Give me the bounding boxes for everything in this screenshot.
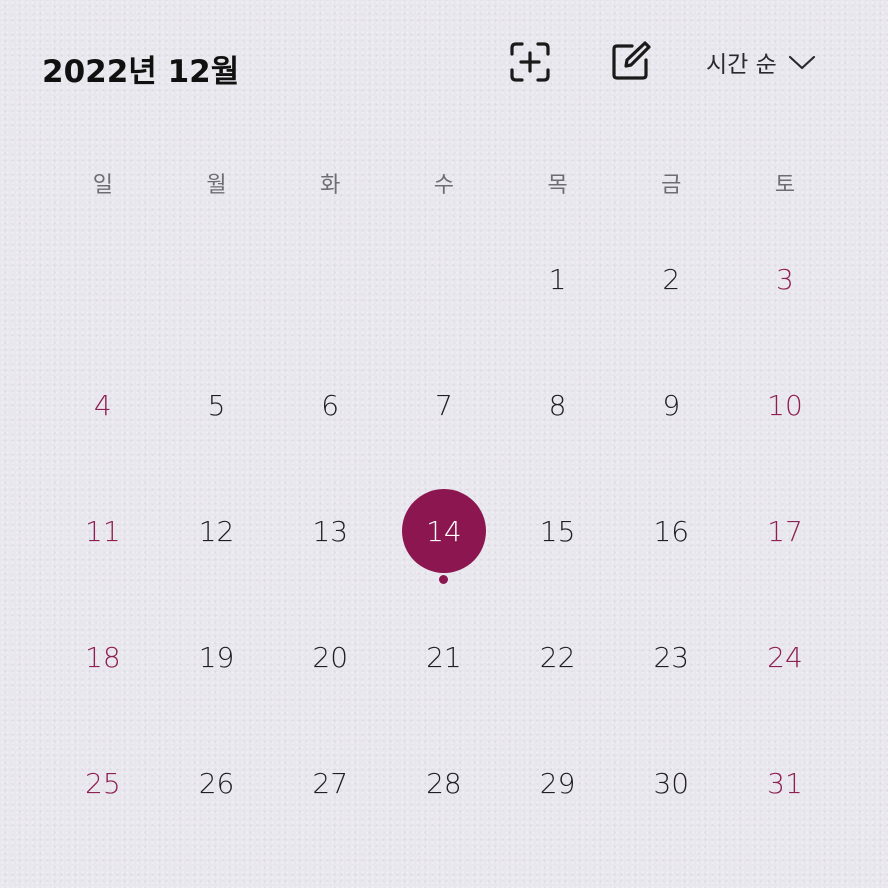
day-number: 12 — [198, 514, 235, 548]
sort-label: 시간 순 — [706, 52, 777, 78]
day-number: 21 — [426, 640, 462, 674]
calendar-header: 2022년 12월 시간 순 — [0, 0, 888, 130]
calendar-day-cell[interactable]: 4 — [46, 342, 160, 468]
day-number: 6 — [321, 388, 340, 422]
calendar-day-cell[interactable]: 8 — [501, 342, 615, 468]
day-number: 29 — [539, 766, 576, 800]
day-number: 23 — [653, 640, 690, 674]
day-number: 24 — [767, 640, 803, 674]
calendar-day-cell[interactable]: 16 — [614, 468, 728, 594]
calendar-day-cell[interactable]: 10 — [728, 342, 842, 468]
calendar-day-cell[interactable]: 17 — [728, 468, 842, 594]
day-number: 13 — [312, 514, 349, 548]
calendar-day-cell[interactable]: 26 — [160, 720, 274, 846]
calendar-day-cell[interactable]: 27 — [273, 720, 387, 846]
calendar-day-cell[interactable]: 1 — [501, 216, 615, 342]
calendar-grid: 1 2 3 4 5 6 7 8 9 10 11 12 13 14 15 16 17 18 19 20 21 22 23 24 2… — [46, 216, 842, 846]
calendar-day-cell[interactable]: 15 — [501, 468, 615, 594]
month-title[interactable]: 2022년 12월 — [42, 46, 239, 91]
weekday-header-row: 일 월 화 수 목 금 토 — [46, 168, 842, 204]
calendar-day-cell[interactable]: 30 — [614, 720, 728, 846]
day-number: 5 — [207, 388, 226, 422]
day-number: 22 — [539, 640, 576, 674]
calendar-day-cell[interactable]: 22 — [501, 594, 615, 720]
day-number: 19 — [198, 640, 235, 674]
chevron-down-icon — [788, 55, 815, 70]
calendar-day-cell[interactable]: 11 — [46, 468, 160, 594]
add-scan-button[interactable] — [504, 36, 556, 88]
day-number: 3 — [776, 262, 794, 296]
weekday-fri: 금 — [661, 173, 682, 198]
weekday-sun: 일 — [92, 173, 113, 198]
day-number: 8 — [548, 388, 567, 422]
day-number: 10 — [767, 388, 803, 422]
calendar-empty-cell — [46, 216, 160, 342]
calendar-day-cell[interactable]: 19 — [160, 594, 274, 720]
calendar-day-cell[interactable]: 24 — [728, 594, 842, 720]
calendar-day-cell[interactable]: 14 — [387, 468, 501, 594]
day-number: 1 — [548, 262, 567, 296]
day-number: 26 — [198, 766, 235, 800]
day-number: 15 — [539, 514, 576, 548]
edit-note-icon — [612, 41, 651, 80]
calendar-day-cell[interactable]: 28 — [387, 720, 501, 846]
calendar-day-cell[interactable]: 23 — [614, 594, 728, 720]
day-number: 2 — [662, 262, 681, 296]
day-number: 11 — [85, 514, 121, 548]
weekday-tue: 화 — [320, 173, 341, 198]
weekday-thu: 목 — [547, 173, 568, 198]
day-number: 18 — [85, 640, 121, 674]
day-number: 16 — [653, 514, 690, 548]
day-number: 7 — [434, 388, 453, 422]
weekday-sat: 토 — [774, 173, 796, 198]
calendar-day-cell[interactable]: 25 — [46, 720, 160, 846]
calendar-day-cell[interactable]: 12 — [160, 468, 274, 594]
calendar-empty-cell — [273, 216, 387, 342]
calendar-empty-cell — [387, 216, 501, 342]
calendar-day-cell[interactable]: 6 — [273, 342, 387, 468]
calendar-empty-cell — [160, 216, 274, 342]
day-number: 20 — [312, 640, 349, 674]
calendar-day-cell[interactable]: 3 — [728, 216, 842, 342]
calendar-day-cell[interactable]: 2 — [614, 216, 728, 342]
day-number: 27 — [312, 766, 349, 800]
sort-dropdown[interactable]: 시간 순 — [706, 44, 817, 80]
weekday-wed: 수 — [433, 173, 455, 198]
calendar-day-cell[interactable]: 7 — [387, 342, 501, 468]
calendar-day-cell[interactable]: 21 — [387, 594, 501, 720]
day-number: 31 — [767, 766, 803, 800]
day-number: 30 — [653, 766, 690, 800]
calendar-day-cell[interactable]: 9 — [614, 342, 728, 468]
day-number: 14 — [426, 514, 462, 548]
day-number: 17 — [767, 514, 803, 548]
calendar-day-cell[interactable]: 20 — [273, 594, 387, 720]
calendar-day-cell[interactable]: 5 — [160, 342, 274, 468]
day-number: 25 — [85, 766, 121, 800]
event-indicator-dot — [439, 575, 449, 584]
day-number: 28 — [426, 766, 462, 800]
day-number: 4 — [93, 388, 112, 422]
calendar-day-cell[interactable]: 29 — [501, 720, 615, 846]
edit-button[interactable] — [604, 36, 656, 88]
weekday-mon: 월 — [206, 173, 227, 198]
calendar-day-cell[interactable]: 18 — [46, 594, 160, 720]
add-scan-icon — [510, 42, 550, 82]
calendar-day-cell[interactable]: 31 — [728, 720, 842, 846]
calendar-day-cell[interactable]: 13 — [273, 468, 387, 594]
day-number: 9 — [662, 388, 681, 422]
